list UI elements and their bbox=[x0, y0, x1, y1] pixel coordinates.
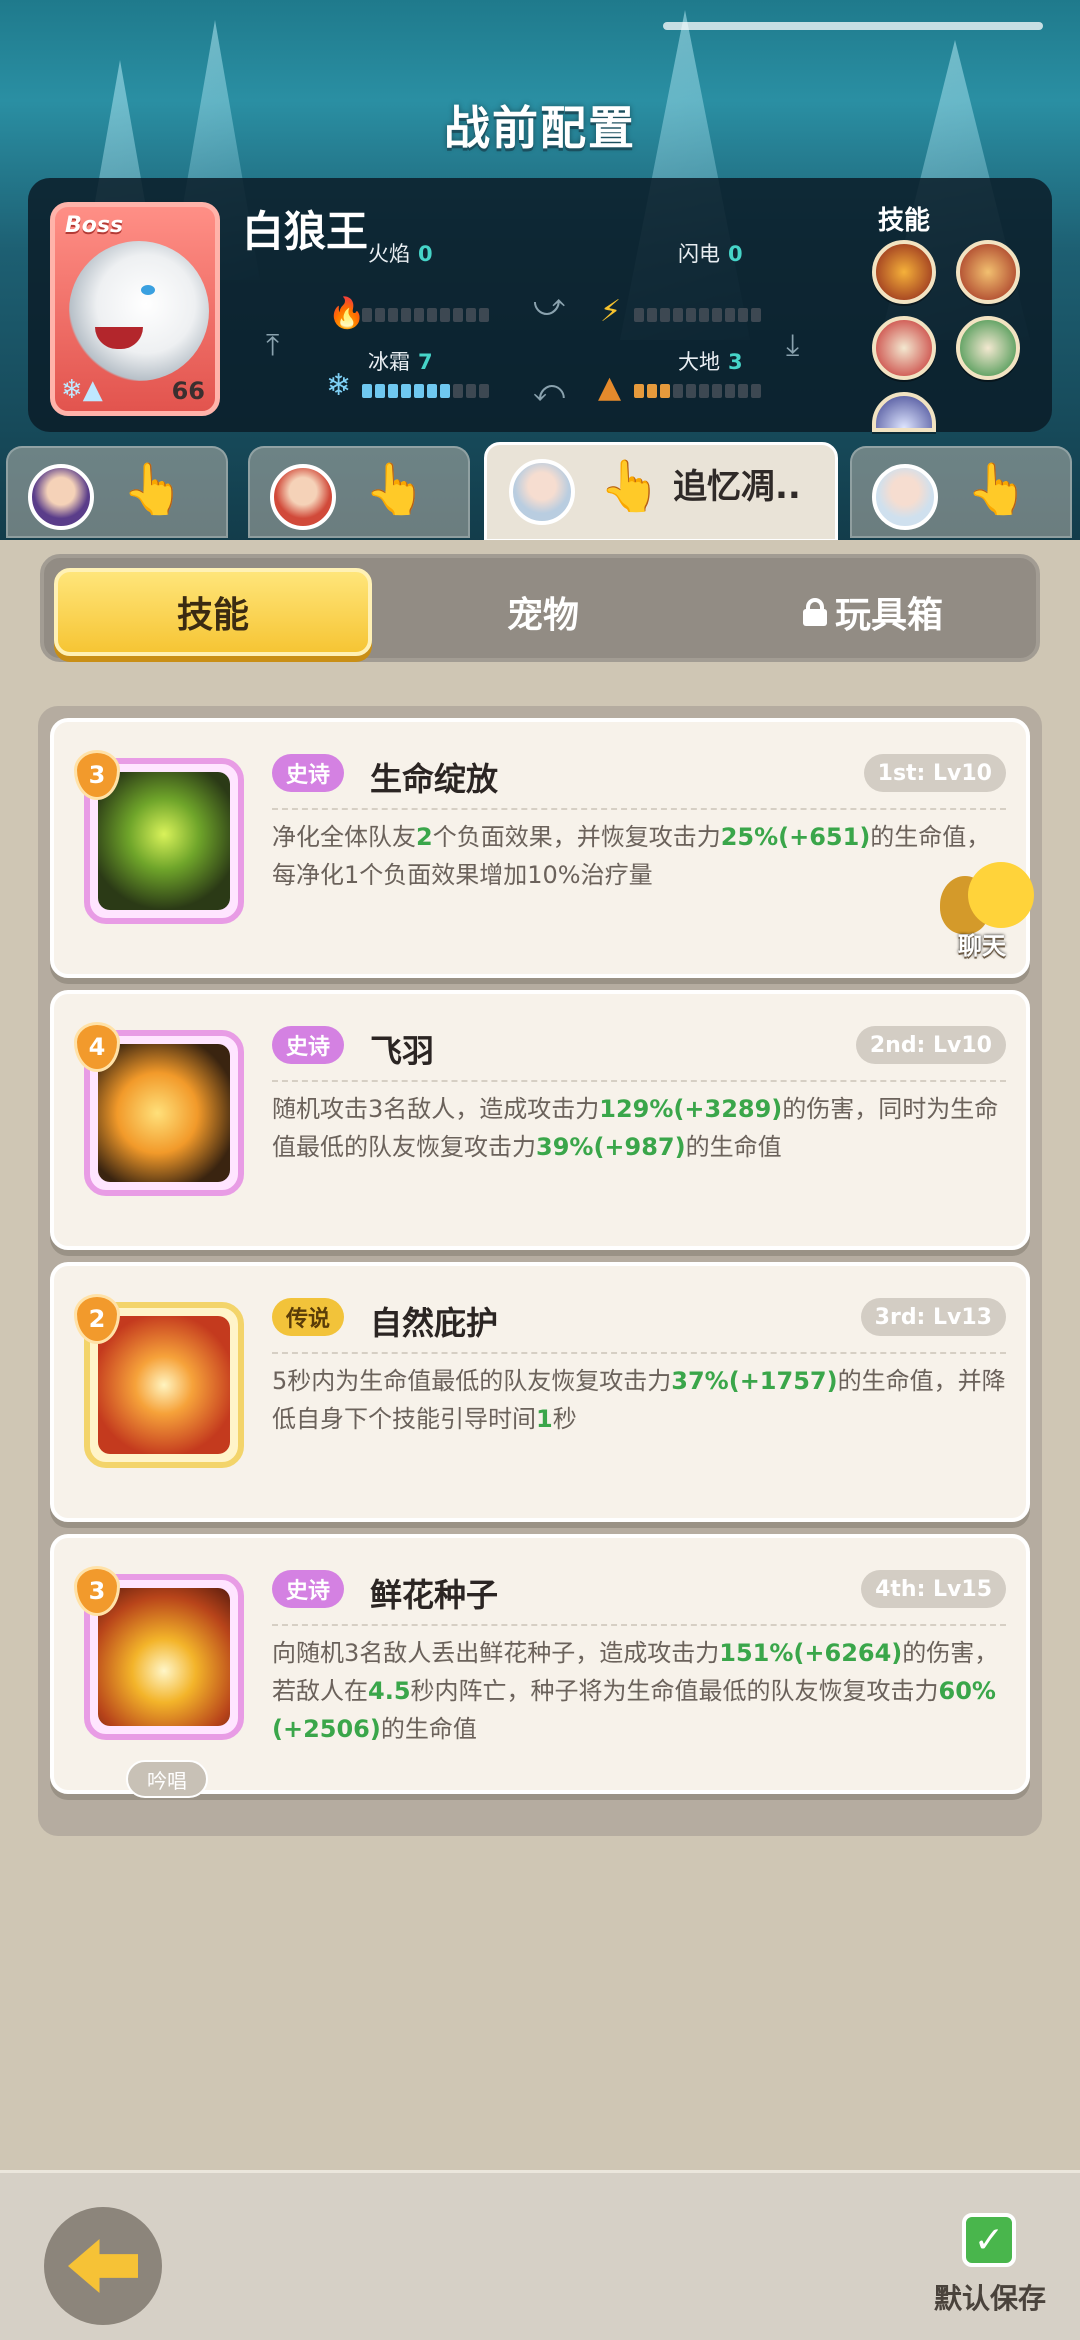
lock-icon bbox=[802, 598, 827, 626]
skill-name: 鲜花种子 bbox=[370, 1576, 499, 1614]
glowing-seed-icon bbox=[98, 1588, 230, 1726]
cycle-arrow-icon: ⤺ bbox=[533, 374, 566, 409]
red-beast-icon[interactable] bbox=[872, 316, 936, 380]
green-beast-icon[interactable] bbox=[956, 316, 1020, 380]
claw-fire-icon[interactable] bbox=[872, 240, 936, 304]
fire-label: 火焰 bbox=[368, 242, 410, 266]
boss-info-panel: Boss ❄▲ 66 白狼王 火焰 0 🔥 闪电 0 ⚡ 冰霜 7 ❄ 大地 3… bbox=[28, 178, 1052, 432]
lightning-label: 闪电 bbox=[678, 242, 720, 266]
snowflake-icon: ❄ bbox=[326, 368, 352, 403]
hero-tab-4[interactable]: 👆 bbox=[850, 446, 1072, 538]
heart-flower-icon bbox=[98, 772, 230, 910]
earth-bar bbox=[634, 384, 761, 398]
skill-description: 5秒内为生命值最低的队友恢复攻击力37%(+1757)的生命值，并降低自身下个技… bbox=[272, 1367, 1006, 1433]
hero-silver-hair-avatar bbox=[509, 459, 575, 525]
tap-hand-icon: 👆 bbox=[364, 460, 427, 518]
tab-toybox[interactable]: 玩具箱 bbox=[714, 568, 1032, 656]
healing-cross-icon bbox=[98, 1316, 230, 1454]
skill-slot-level: 2nd: Lv10 bbox=[855, 1026, 1006, 1064]
chat-emoji-icon bbox=[968, 862, 1034, 928]
white-wolf-icon bbox=[69, 241, 209, 381]
frost-bar bbox=[362, 384, 489, 398]
hero-tab-2[interactable]: 👆 bbox=[248, 446, 470, 538]
page-title: 战前配置 bbox=[444, 101, 636, 155]
boss-skills-label: 技能 bbox=[878, 206, 931, 236]
lightning-icon: ⚡ bbox=[600, 294, 622, 329]
cycle-arrow-icon: ⤻ bbox=[533, 288, 566, 323]
earth-stat: 大地 3 bbox=[678, 346, 743, 376]
hero-white-hair-avatar bbox=[872, 464, 938, 530]
tap-hand-icon: 👆 bbox=[122, 460, 185, 518]
cycle-arrow-icon: ⤓ bbox=[786, 328, 800, 363]
rarity-badge: 史诗 bbox=[272, 754, 345, 792]
skill-name: 飞羽 bbox=[370, 1032, 435, 1070]
tab-pets[interactable]: 宠物 bbox=[384, 568, 702, 656]
hero-name: 追忆凋.. bbox=[673, 467, 801, 507]
fire-bar bbox=[362, 308, 489, 322]
tap-hand-icon: 👆 bbox=[599, 457, 662, 515]
chant-tag: 吟唱 bbox=[126, 1760, 208, 1798]
boss-level: 66 bbox=[171, 377, 205, 405]
frost-stat: 冰霜 7 bbox=[368, 346, 433, 376]
mountain-icon: ▲ bbox=[598, 370, 622, 405]
skill-description: 随机攻击3名敌人，造成攻击力129%(+3289)的伤害，同时为生命值最低的队友… bbox=[272, 1095, 999, 1161]
rarity-badge: 传说 bbox=[272, 1298, 345, 1336]
home-indicator[interactable] bbox=[663, 22, 1043, 30]
chat-label: 聊天 bbox=[958, 932, 1006, 960]
hero-red-hair-avatar bbox=[270, 464, 336, 530]
rarity-badge: 史诗 bbox=[272, 1570, 345, 1608]
skill-slot-level: 1st: Lv10 bbox=[863, 754, 1006, 792]
category-switch: 技能 宠物 玩具箱 bbox=[40, 554, 1040, 662]
skill-slot-level: 3rd: Lv13 bbox=[860, 1298, 1006, 1336]
skill-name: 生命绽放 bbox=[370, 760, 499, 798]
frost-value: 7 bbox=[418, 350, 433, 374]
default-save-checkbox[interactable]: ✓ bbox=[962, 2213, 1016, 2267]
back-arrow-icon bbox=[68, 2239, 138, 2293]
rarity-badge: 史诗 bbox=[272, 1026, 345, 1064]
fire-value: 0 bbox=[418, 242, 433, 266]
cycle-arrow-icon: ⤒ bbox=[266, 328, 280, 363]
hero-tab-3[interactable]: 👆 追忆凋.. bbox=[484, 442, 838, 542]
boss-portrait[interactable]: Boss ❄▲ 66 bbox=[50, 202, 220, 416]
tab-toybox-label: 玩具箱 bbox=[834, 595, 943, 636]
skill-card[interactable]: 3 史诗 生命绽放 1st: Lv10 净化全体队友2个负面效果，并恢复攻击力2… bbox=[50, 718, 1030, 978]
skill-description: 净化全体队友2个负面效果，并恢复攻击力25%(+651)的生命值，每净化1个负面… bbox=[272, 823, 991, 889]
feathers-icon bbox=[98, 1044, 230, 1182]
frost-earth-element-icon: ❄▲ bbox=[61, 375, 103, 405]
hero-purple-hair-avatar bbox=[28, 464, 94, 530]
config-panel: 技能 宠物 玩具箱 3 史诗 生命绽放 1st: Lv10 净化全体队友2个负面… bbox=[0, 540, 1080, 2170]
skill-slot-level: 4th: Lv15 bbox=[861, 1570, 1006, 1608]
boss-name: 白狼王 bbox=[242, 207, 369, 256]
moon-icon[interactable] bbox=[872, 392, 936, 432]
lightning-bar bbox=[634, 308, 761, 322]
divider bbox=[272, 1352, 1006, 1354]
boss-tag: Boss bbox=[65, 213, 124, 238]
hero-tab-1[interactable]: 👆 bbox=[6, 446, 228, 538]
fire-icon: 🔥 bbox=[328, 296, 366, 331]
divider bbox=[272, 1624, 1006, 1626]
skill-card[interactable]: 3 吟唱 史诗 鲜花种子 4th: Lv15 向随机3名敌人丢出鲜花种子，造成攻… bbox=[50, 1534, 1030, 1798]
earth-label: 大地 bbox=[678, 350, 720, 374]
hero-tab-bar: 👆 👆 👆 追忆凋.. 👆 bbox=[0, 442, 1080, 542]
bottom-bar: ✓ 默认保存 bbox=[0, 2170, 1080, 2340]
claw-slash-icon[interactable] bbox=[956, 240, 1020, 304]
default-save-label: 默认保存 bbox=[934, 2282, 1047, 2315]
tap-hand-icon: 👆 bbox=[966, 460, 1029, 518]
divider bbox=[272, 808, 1006, 810]
earth-value: 3 bbox=[728, 350, 743, 374]
chat-button[interactable]: 聊天 bbox=[940, 862, 1040, 962]
lightning-stat: 闪电 0 bbox=[678, 238, 743, 268]
skill-list: 3 史诗 生命绽放 1st: Lv10 净化全体队友2个负面效果，并恢复攻击力2… bbox=[38, 706, 1042, 1836]
skill-name: 自然庇护 bbox=[370, 1304, 499, 1342]
back-button[interactable] bbox=[44, 2207, 162, 2325]
frost-label: 冰霜 bbox=[368, 350, 410, 374]
fire-stat: 火焰 0 bbox=[368, 238, 433, 268]
tab-skills[interactable]: 技能 bbox=[54, 568, 372, 656]
lightning-value: 0 bbox=[728, 242, 743, 266]
skill-description: 向随机3名敌人丢出鲜花种子，造成攻击力151%(+6264)的伤害，若敌人在4.… bbox=[272, 1639, 999, 1743]
skill-card[interactable]: 4 史诗 飞羽 2nd: Lv10 随机攻击3名敌人，造成攻击力129%(+32… bbox=[50, 990, 1030, 1250]
wolf-eye bbox=[141, 285, 155, 295]
skill-card[interactable]: 2 传说 自然庇护 3rd: Lv13 5秒内为生命值最低的队友恢复攻击力37%… bbox=[50, 1262, 1030, 1522]
divider bbox=[272, 1080, 1006, 1082]
